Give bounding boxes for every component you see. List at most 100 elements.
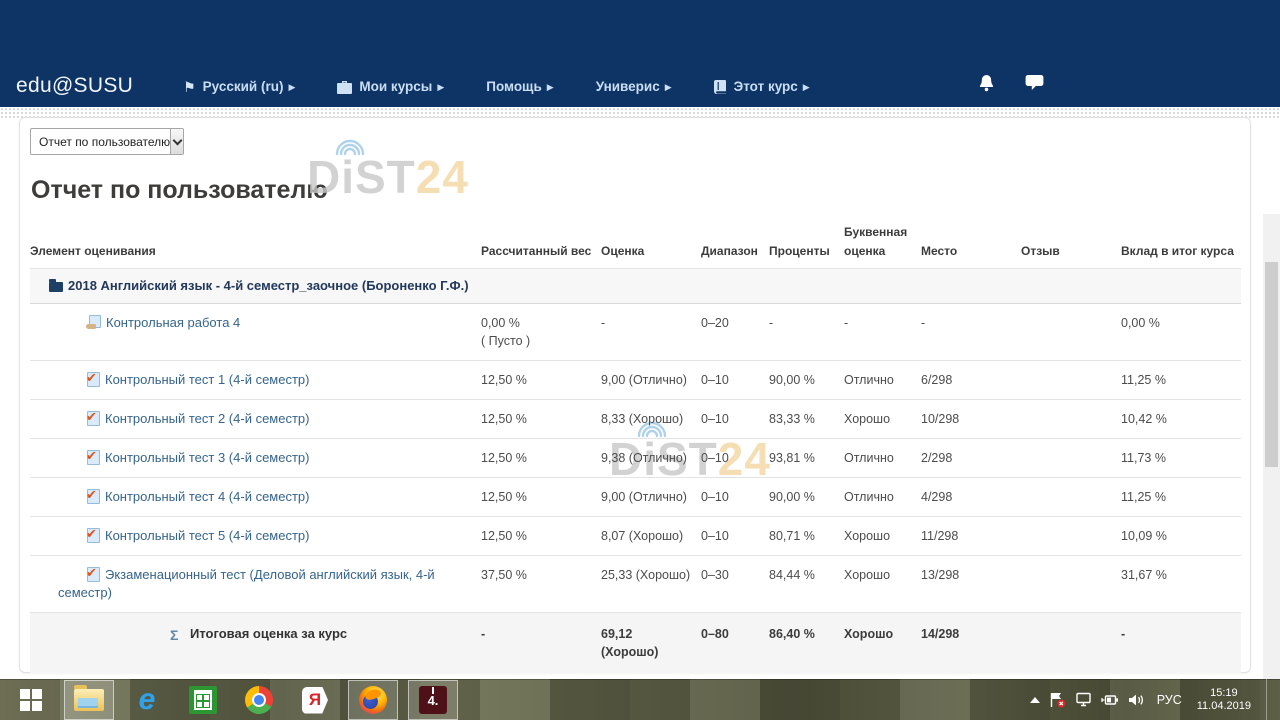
category-row: 2018 Английский язык - 4-й семестр_заочн… [30, 269, 1241, 304]
grade-item-link[interactable]: Контрольный тест 2 (4-й семестр) [105, 411, 309, 426]
volume-icon[interactable] [1128, 693, 1144, 707]
quiz-icon [86, 567, 100, 581]
menu-help-label: Помощь [486, 76, 542, 98]
cell-letter: Отлично [844, 478, 921, 517]
folder-icon [49, 282, 63, 292]
top-navbar: edu@SUSU Русский (ru) Мои курсы Помощь У… [0, 0, 1280, 107]
sigma-icon [170, 627, 185, 640]
menu-my-courses[interactable]: Мои курсы [337, 76, 444, 98]
col-letter-grade: Буквенная оценка [844, 223, 921, 269]
report-type-select[interactable]: Отчет по пользователю [30, 128, 184, 155]
file-explorer-button[interactable] [64, 680, 114, 720]
cell-contribution: 11,73 % [1121, 439, 1241, 478]
grade-item-link[interactable]: Контрольный тест 1 (4-й семестр) [105, 372, 309, 387]
cell-letter: Отлично [844, 361, 921, 400]
tray-expand-icon[interactable] [1030, 697, 1040, 703]
chrome-button[interactable] [236, 680, 282, 720]
cell-range: 0–80 [701, 613, 769, 674]
language-indicator[interactable]: РУС [1157, 693, 1182, 707]
menu-language[interactable]: Русский (ru) [183, 76, 295, 98]
col-grade-item: Элемент оценивания [30, 223, 481, 269]
cell-feedback [1021, 478, 1121, 517]
internet-explorer-button[interactable]: e [124, 680, 170, 720]
start-button[interactable] [8, 680, 54, 720]
menu-help[interactable]: Помощь [486, 76, 553, 98]
report-card: Отчет по пользователю Отчет по пользоват… [19, 117, 1251, 673]
cell-rank: 13/298 [921, 556, 1021, 613]
cell-rank: - [921, 304, 1021, 361]
cell-range: 0–10 [701, 439, 769, 478]
cell-grade: 9,00 (Отлично) [601, 361, 701, 400]
show-desktop-button[interactable] [1266, 679, 1271, 720]
menu-univeris[interactable]: Универис [596, 76, 672, 98]
firefox-button[interactable] [348, 680, 398, 720]
cell-rank: 4/298 [921, 478, 1021, 517]
page-background: Отчет по пользователю Отчет по пользоват… [0, 107, 1280, 679]
cell-range: 0–30 [701, 556, 769, 613]
vertical-scrollbar[interactable] [1263, 214, 1280, 720]
cell-weight: 12,50 % [481, 400, 601, 439]
quiz-icon [86, 450, 100, 464]
menu-this-course-label: Этот курс [734, 76, 798, 98]
grade-item-row: Контрольная работа 40,00 % ( Пусто )-0–2… [30, 304, 1241, 361]
menu-this-course[interactable]: Этот курс [714, 76, 810, 98]
cell-contribution: 0,00 % [1121, 304, 1241, 361]
quiz-icon [86, 528, 100, 542]
chevron-down-icon [172, 135, 182, 145]
menu-univeris-label: Универис [596, 76, 660, 98]
grade-item-link[interactable]: Экзаменационный тест (Деловой английский… [58, 567, 435, 600]
cell-grade: 9,38 (Отлично) [601, 439, 701, 478]
cell-range: 0–20 [701, 304, 769, 361]
cell-letter: Хорошо [844, 517, 921, 556]
chat-icon[interactable] [1025, 74, 1044, 97]
grade-item-link[interactable]: Контрольный тест 4 (4-й семестр) [105, 489, 309, 504]
cell-letter: Хорошо [844, 400, 921, 439]
col-rank: Место [921, 223, 1021, 269]
cell-contribution: 10,42 % [1121, 400, 1241, 439]
col-contribution: Вклад в итог курса [1121, 223, 1241, 269]
cell-percentage: 80,71 % [769, 517, 844, 556]
cell-rank: 6/298 [921, 361, 1021, 400]
scrollbar-thumb[interactable] [1265, 262, 1278, 467]
cell-percentage: 90,00 % [769, 361, 844, 400]
cell-letter: - [844, 304, 921, 361]
menu-my-courses-label: Мои курсы [359, 76, 432, 98]
cell-rank: 14/298 [921, 613, 1021, 674]
flag-icon [183, 76, 196, 98]
cell-grade: 69,12 (Хорошо) [601, 613, 701, 674]
bell-icon[interactable] [978, 74, 995, 97]
cell-feedback [1021, 613, 1121, 674]
col-range: Диапазон [701, 223, 769, 269]
menu-language-label: Русский (ru) [203, 76, 284, 98]
grade-item-link[interactable]: Контрольный тест 5 (4-й семестр) [105, 528, 309, 543]
cell-letter: Хорошо [844, 556, 921, 613]
archive-icon: 4. [419, 686, 447, 714]
archive-app-button[interactable]: 4. [408, 680, 458, 720]
yandex-browser-button[interactable]: Я [292, 680, 338, 720]
cell-contribution: 11,25 % [1121, 478, 1241, 517]
cell-rank: 2/298 [921, 439, 1021, 478]
col-calculated-weight: Рассчитанный вес [481, 223, 601, 269]
cell-percentage: 90,00 % [769, 478, 844, 517]
battery-icon[interactable] [1101, 693, 1119, 707]
cell-rank: 11/298 [921, 517, 1021, 556]
site-logo[interactable]: edu@SUSU [16, 74, 133, 98]
grade-table-body: 2018 Английский язык - 4-й семестр_заочн… [30, 269, 1241, 674]
col-feedback: Отзыв [1021, 223, 1121, 269]
tray-clock[interactable]: 15:19 11.04.2019 [1197, 687, 1251, 713]
windows-taskbar: e Я 4. РУС 15:19 11.04.2019 [0, 679, 1280, 720]
grade-item-link[interactable]: Контрольный тест 3 (4-й семестр) [105, 450, 309, 465]
firefox-icon [359, 686, 387, 714]
caret-right-icon [803, 76, 810, 98]
action-center-flag-icon[interactable] [1049, 692, 1066, 708]
cell-weight: 0,00 % ( Пусто ) [481, 304, 601, 361]
wifi-arcs-icon [333, 137, 367, 157]
grade-item-link[interactable]: Контрольная работа 4 [106, 315, 240, 330]
select-arrow-button[interactable] [170, 129, 183, 154]
cell-contribution: - [1121, 613, 1241, 674]
windows-store-button[interactable] [180, 680, 226, 720]
quiz-icon [86, 372, 100, 386]
network-icon[interactable] [1075, 692, 1092, 707]
cell-percentage: 93,81 % [769, 439, 844, 478]
cell-grade: - [601, 304, 701, 361]
